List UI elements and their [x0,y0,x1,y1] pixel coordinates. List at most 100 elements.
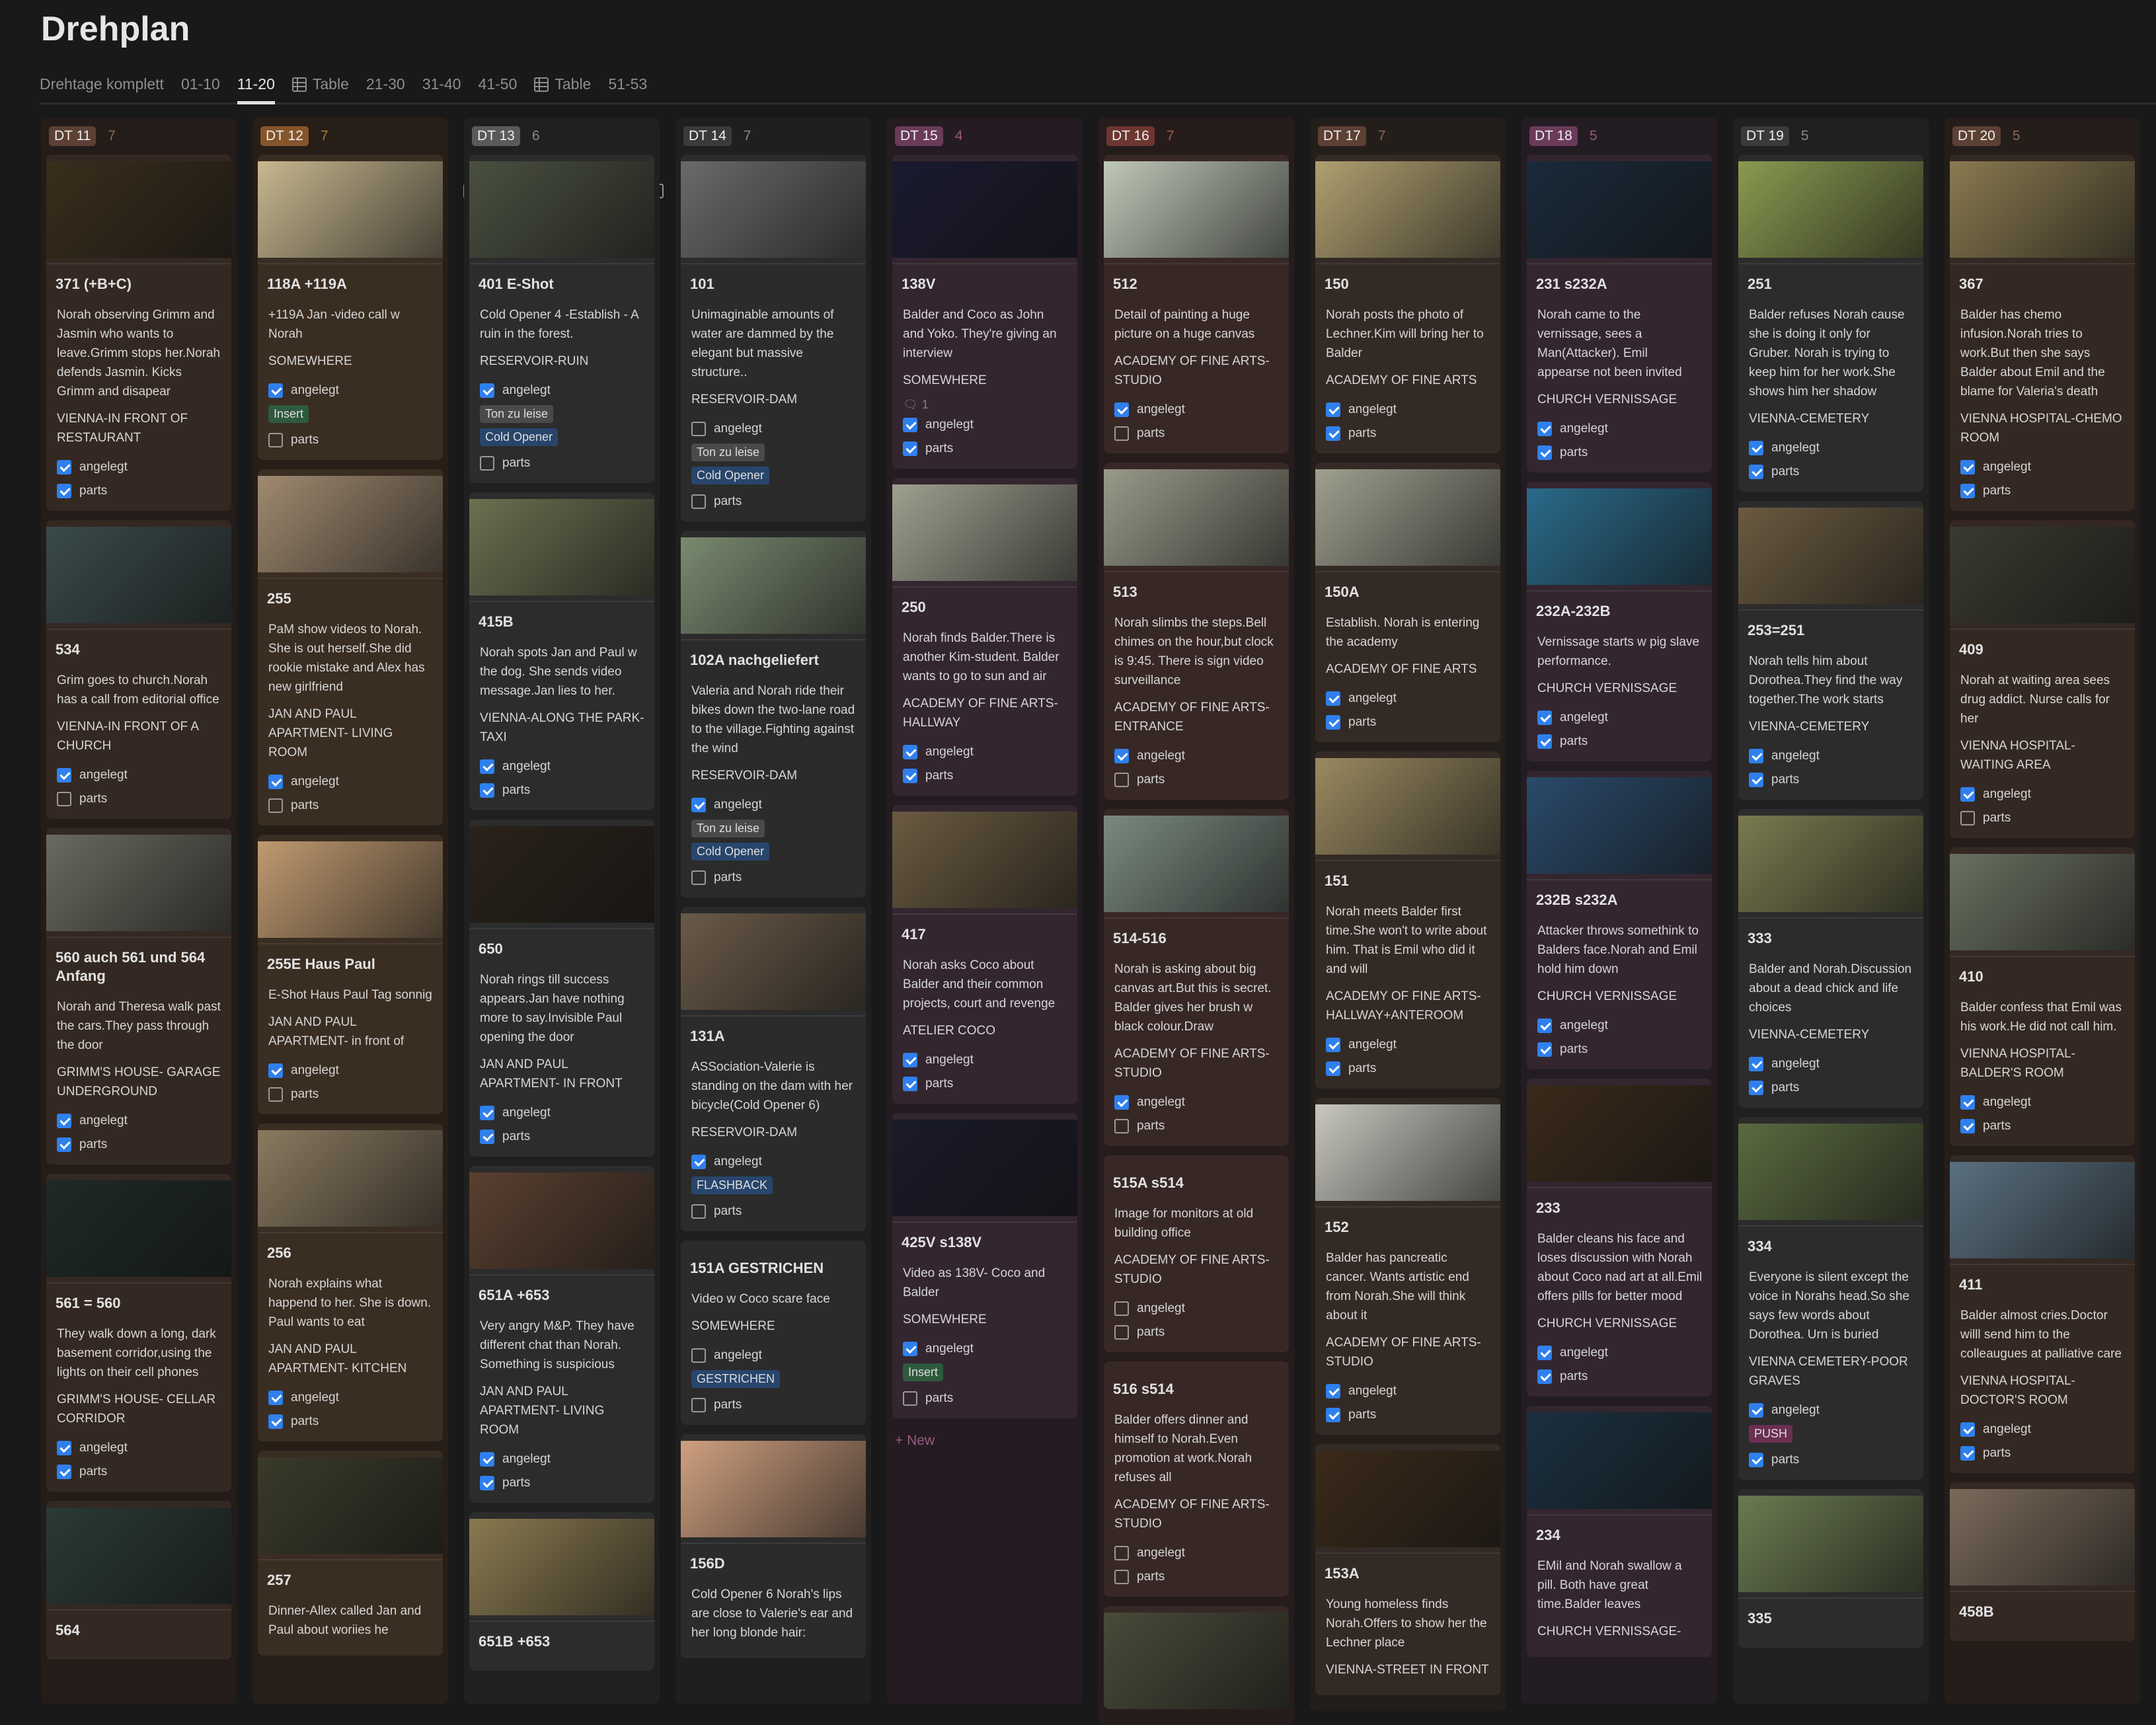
parts-checkbox-row[interactable]: parts [56,1133,222,1157]
column-group-tag[interactable]: DT 18 [1529,126,1578,146]
parts-checkbox[interactable] [691,1398,706,1412]
scene-card[interactable]: 411 Balder almost cries.Doctor willl send… [1950,1155,2135,1473]
column-group-tag[interactable]: DT 15 [895,126,943,146]
parts-checkbox[interactable] [57,792,71,806]
angelegt-checkbox[interactable] [903,1053,917,1067]
scene-card[interactable]: 251 Balder refuses Norah cause she is doi… [1738,155,1923,492]
parts-checkbox-row[interactable]: parts [1325,710,1491,734]
tab-drehtage-komplett[interactable]: Drehtage komplett [40,66,164,198]
parts-checkbox-row[interactable]: parts [690,1393,857,1417]
scene-card[interactable]: 560 auch 561 und 564 Anfang Norah and The… [46,828,231,1165]
column-group-tag[interactable]: DT 16 [1106,126,1155,146]
angelegt-checkbox[interactable] [1326,1038,1340,1052]
column-group-tag[interactable]: DT 12 [260,126,309,146]
parts-checkbox[interactable] [1749,773,1763,787]
angelegt-checkbox-row[interactable]: angelegt [56,455,222,479]
angelegt-checkbox[interactable] [1114,749,1129,763]
angelegt-checkbox[interactable] [1326,402,1340,417]
scene-card[interactable]: 118A +119A +119A Jan -video call w Norah S… [258,155,443,460]
comment-count[interactable]: 🗨 1 [903,398,1068,412]
scene-card[interactable]: 255 PaM show videos to Norah. She is out … [258,469,443,825]
parts-checkbox[interactable] [480,1476,494,1490]
angelegt-checkbox-row[interactable]: angelegt [1959,1091,2126,1114]
new-card-button[interactable]: + New [892,1428,1077,1454]
parts-checkbox[interactable] [1326,1408,1340,1422]
angelegt-checkbox-row[interactable]: angelegt [479,755,645,779]
parts-checkbox[interactable] [691,870,706,885]
angelegt-checkbox-row[interactable]: angelegt [690,1344,857,1367]
scene-card[interactable]: 250 Norah finds Balder.There is another K… [892,478,1077,796]
angelegt-checkbox-row[interactable]: angelegt [1325,687,1491,710]
parts-checkbox[interactable] [480,456,494,471]
parts-checkbox-row[interactable]: parts [1748,1448,1914,1472]
angelegt-checkbox-row[interactable]: angelegt [902,1337,1068,1361]
parts-checkbox[interactable] [1960,1119,1975,1133]
parts-checkbox-row[interactable]: parts [1748,768,1914,792]
parts-checkbox[interactable] [480,783,494,798]
angelegt-checkbox[interactable] [1537,710,1552,725]
parts-checkbox[interactable] [1749,465,1763,479]
angelegt-checkbox-row[interactable]: angelegt [1325,398,1491,422]
parts-checkbox-row[interactable]: parts [1325,1403,1491,1427]
parts-checkbox-row[interactable]: parts [690,1200,857,1223]
parts-checkbox[interactable] [691,494,706,509]
angelegt-checkbox-row[interactable]: angelegt [479,1101,645,1125]
scene-card[interactable]: 233 Balder cleans his face and loses disc… [1527,1079,1712,1397]
parts-checkbox-row[interactable]: parts [902,1387,1068,1410]
parts-checkbox-row[interactable]: parts [1536,730,1703,753]
angelegt-checkbox-row[interactable]: angelegt [267,770,434,794]
parts-checkbox[interactable] [268,1414,283,1429]
scene-card[interactable]: 153A Young homeless finds Norah.Offers to… [1315,1444,1500,1695]
angelegt-checkbox-row[interactable]: angelegt [267,1059,434,1083]
scene-card[interactable]: 409 Norah at waiting area sees drug addic… [1950,520,2135,838]
parts-checkbox-row[interactable]: parts [1536,441,1703,465]
scene-card[interactable]: 334 Everyone is silent except the voice i… [1738,1117,1923,1480]
parts-checkbox-row[interactable]: parts [1113,422,1280,445]
angelegt-checkbox[interactable] [57,768,71,783]
angelegt-checkbox-row[interactable]: angelegt [690,1150,857,1174]
tab-table[interactable]: Table [534,66,591,102]
angelegt-checkbox[interactable] [1749,749,1763,763]
scene-card[interactable]: 156D Cold Opener 6 Norah's lips are close… [681,1434,866,1658]
scene-card[interactable]: 232A-232B Vernissage starts w pig slave p… [1527,482,1712,761]
scene-card[interactable]: 514-516 Norah is asking about big canvas … [1104,809,1289,1146]
parts-checkbox-row[interactable]: parts [690,490,857,514]
scene-card[interactable]: 255E Haus Paul E-Shot Haus Paul Tag sonni… [258,835,443,1114]
column-group-tag[interactable]: DT 14 [683,126,732,146]
angelegt-checkbox[interactable] [268,775,283,789]
angelegt-checkbox[interactable] [480,383,494,398]
scene-card[interactable]: 232B s232A Attacker throws somethink to B… [1527,771,1712,1069]
angelegt-checkbox[interactable] [268,1063,283,1078]
column-group-tag[interactable]: DT 11 [49,126,96,146]
scene-card[interactable]: 150A Establish. Norah is entering the aca… [1315,463,1500,742]
angelegt-checkbox[interactable] [1749,1403,1763,1418]
scene-card[interactable]: 561 = 560 They walk down a long, dark bas… [46,1174,231,1492]
scene-card[interactable]: 513 Norah slimbs the steps.Bell chimes on… [1104,463,1289,800]
tab-11-20[interactable]: 11-20 [237,66,293,198]
scene-card[interactable]: 256 Norah explains what happend to her. S… [258,1124,443,1441]
angelegt-checkbox[interactable] [1326,1384,1340,1399]
scene-card[interactable]: 231 s232A Norah came to the vernissage, s… [1527,155,1712,473]
angelegt-checkbox[interactable] [1960,460,1975,475]
parts-checkbox[interactable] [1749,1453,1763,1467]
parts-checkbox-row[interactable]: parts [1959,806,2126,830]
parts-checkbox-row[interactable]: parts [902,1072,1068,1096]
parts-checkbox-row[interactable]: parts [479,1471,645,1495]
angelegt-checkbox[interactable] [691,422,706,436]
scene-card[interactable]: 138V Balder and Coco as John and Yoko. Th… [892,155,1077,469]
angelegt-checkbox[interactable] [1114,1301,1129,1316]
parts-checkbox[interactable] [57,1137,71,1152]
scene-card[interactable]: 367 Balder has chemo infusion.Norah tries… [1950,155,2135,511]
scene-card[interactable]: 101 Unimaginable amounts of water are dam… [681,155,866,521]
parts-checkbox-row[interactable]: parts [1113,1321,1280,1344]
tab-01-10[interactable]: 01-10 [181,66,237,198]
scene-card[interactable]: 515A s514 Image for monitors at old build… [1104,1155,1289,1352]
column-group-tag[interactable]: DT 17 [1318,126,1366,146]
scene-card[interactable]: 458B [1950,1482,2135,1641]
parts-checkbox-row[interactable]: parts [1536,1365,1703,1389]
parts-checkbox-row[interactable]: parts [1748,1076,1914,1100]
angelegt-checkbox[interactable] [1114,1095,1129,1110]
parts-checkbox-row[interactable]: parts [1325,422,1491,445]
tab-31-40[interactable]: 31-40 [422,66,478,198]
angelegt-checkbox-row[interactable]: angelegt [690,417,857,441]
